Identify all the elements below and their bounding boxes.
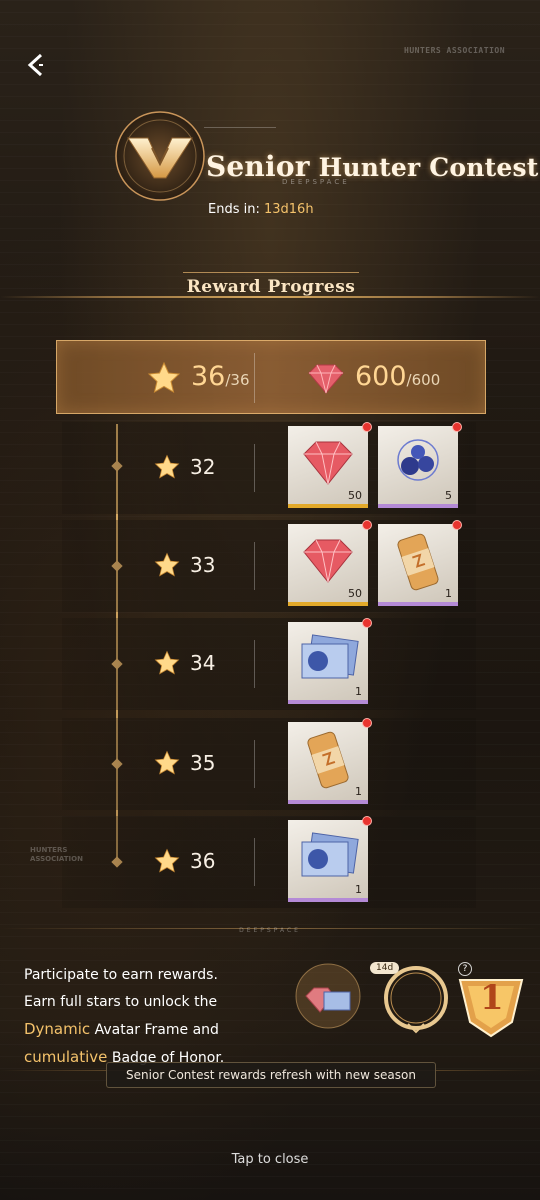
star-icon: [154, 750, 180, 775]
star-icon: [154, 650, 180, 675]
new-badge: [362, 422, 372, 432]
reward-item-gem[interactable]: 50: [288, 520, 372, 606]
row-divider: [254, 838, 255, 886]
summary-divider: [254, 353, 255, 403]
reward-bundle-icon[interactable]: [295, 963, 361, 1029]
gem-icon: [308, 364, 344, 394]
item-count: 1: [445, 587, 452, 600]
badge-rank-number: 1: [480, 978, 504, 1018]
gem-icon: [303, 539, 353, 583]
new-badge: [362, 816, 372, 826]
star-icon: [154, 454, 180, 479]
side-title: HUNTERS ASSOCIATION: [404, 46, 506, 55]
star-icon: [154, 552, 180, 577]
new-badge: [362, 520, 372, 530]
stars-progress: 36/36: [191, 361, 250, 392]
stars-current: 36: [191, 361, 226, 392]
reward-item-orb[interactable]: 5: [378, 422, 462, 508]
row-divider: [254, 444, 255, 492]
reward-row-36: 36 1: [62, 816, 476, 908]
row-star-count: 34: [190, 651, 216, 675]
item-count: 1: [355, 685, 362, 698]
ends-label: Ends in:: [208, 202, 264, 217]
back-button[interactable]: [20, 50, 50, 80]
reward-row-33: 33 50 1: [62, 520, 476, 612]
avatar-frame-icon[interactable]: [384, 966, 448, 1034]
new-badge: [452, 422, 462, 432]
reward-item-drink-can[interactable]: 1: [378, 520, 462, 606]
reward-item-drink-can[interactable]: 1: [288, 718, 372, 804]
row-divider: [254, 542, 255, 590]
progress-summary: 36/36 600/600: [56, 340, 486, 414]
days-remaining-badge: 14d: [370, 962, 400, 974]
row-star-count: 32: [190, 455, 216, 479]
reward-progress-title: Reward Progress: [183, 272, 359, 302]
footer-line-2: Earn full stars to unlock the: [24, 994, 218, 1010]
row-star-count: 33: [190, 553, 216, 577]
tap-to-close[interactable]: Tap to close: [0, 1152, 540, 1167]
contest-emblem-icon: [112, 108, 208, 204]
star-icon: [154, 848, 180, 873]
footer-description: Participate to earn rewards. Earn full s…: [24, 962, 286, 1072]
deepspace-watermark: DEEPSPACE: [239, 927, 301, 934]
row-divider: [254, 640, 255, 688]
reward-row-32: 32 50 5: [62, 422, 476, 514]
stars-total: /36: [225, 371, 250, 389]
title-subtitle: DEEPSPACE: [282, 178, 350, 186]
emblem-tag: [204, 127, 276, 141]
footer-dynamic: Dynamic: [24, 1020, 91, 1038]
gem-icon: [303, 441, 353, 485]
new-badge: [362, 618, 372, 628]
help-icon[interactable]: ?: [458, 962, 472, 976]
footer-cumulative: cumulative: [24, 1048, 108, 1066]
gems-progress: 600/600: [355, 361, 440, 392]
item-count: 1: [355, 883, 362, 896]
reward-item-card[interactable]: 1: [288, 816, 372, 902]
star-icon: [147, 361, 181, 394]
ends-value: 13d16h: [263, 202, 314, 217]
reward-row-35: 35 1: [62, 718, 476, 810]
footer-avatar-frame: Avatar Frame and: [90, 1022, 219, 1038]
footer-line-1: Participate to earn rewards.: [24, 967, 218, 983]
ends-in: Ends in: 13d16h: [208, 202, 314, 217]
row-star-count: 35: [190, 751, 216, 775]
item-count: 5: [445, 489, 452, 502]
hunters-association-tag: HUNTERS ASSOCIATION: [404, 46, 522, 55]
reward-item-gem[interactable]: 50: [288, 422, 372, 508]
drink-can-icon: [397, 533, 439, 591]
refresh-note: Senior Contest rewards refresh with new …: [106, 1062, 436, 1088]
reward-item-card[interactable]: 1: [288, 618, 372, 704]
item-count: 50: [348, 489, 362, 502]
title-rest: Hunter Contest: [318, 153, 539, 182]
item-count: 50: [348, 587, 362, 600]
hunters-watermark: HUNTERS ASSOCIATION: [30, 846, 83, 863]
item-count: 1: [355, 785, 362, 798]
gems-current: 600: [355, 361, 407, 392]
new-badge: [452, 520, 462, 530]
contest-title: Senior Hunter Contest: [206, 150, 539, 183]
card-icon: [301, 634, 359, 679]
reward-row-34: 34 1: [62, 618, 476, 710]
row-divider: [254, 740, 255, 788]
gems-total: /600: [406, 371, 441, 389]
orb-icon: [397, 439, 439, 481]
back-arrow-icon: [27, 53, 43, 77]
drink-can-icon: [307, 731, 349, 789]
card-icon: [301, 832, 359, 877]
row-star-count: 36: [190, 849, 216, 873]
new-badge: [362, 718, 372, 728]
